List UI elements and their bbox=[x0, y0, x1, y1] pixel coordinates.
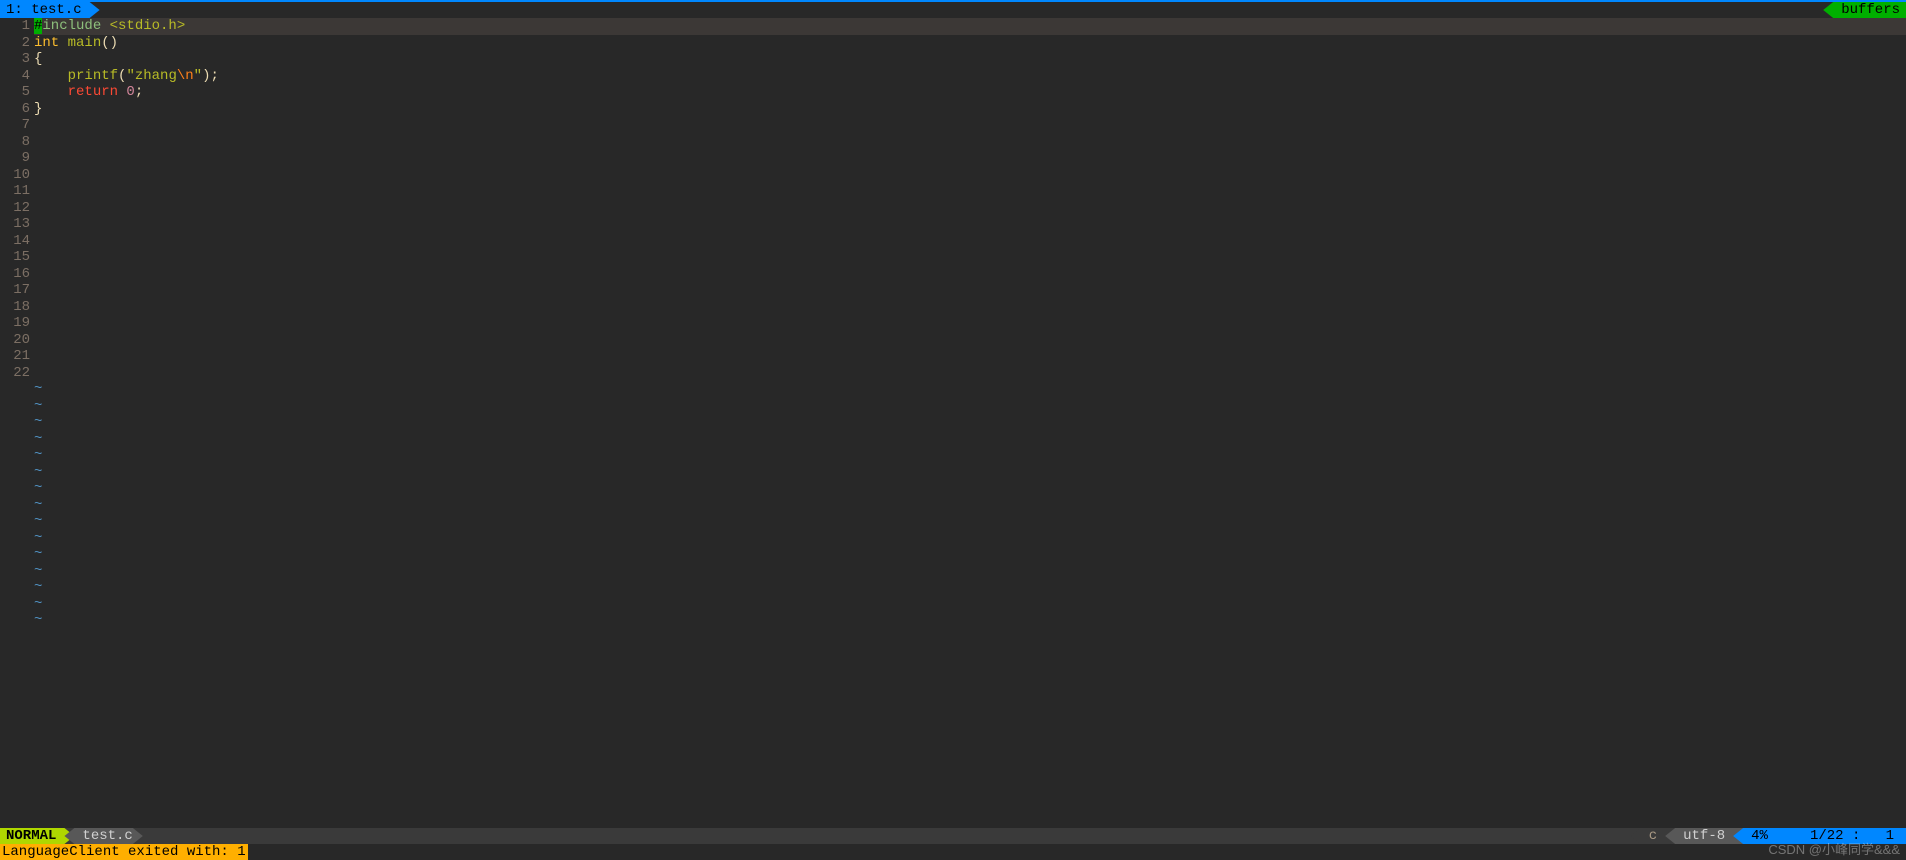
line-number: 16 bbox=[0, 266, 30, 283]
tab-label: 1: test.c bbox=[6, 2, 82, 18]
code-line[interactable] bbox=[34, 249, 1906, 266]
line-number: 19 bbox=[0, 315, 30, 332]
code-line[interactable] bbox=[34, 266, 1906, 283]
line-number: 4 bbox=[0, 68, 30, 85]
editor[interactable]: 12345678910111213141516171819202122 #inc… bbox=[0, 18, 1906, 828]
line-number: 13 bbox=[0, 216, 30, 233]
buffers-label: buffers bbox=[1841, 2, 1900, 18]
line-number: 9 bbox=[0, 150, 30, 167]
percent-text: 4% bbox=[1751, 828, 1768, 844]
line-number: 1 bbox=[0, 18, 30, 35]
watermark: CSDN @小峰同学&&& bbox=[1768, 839, 1900, 858]
line-number: 20 bbox=[0, 332, 30, 349]
code-line[interactable] bbox=[34, 233, 1906, 250]
line-number: 14 bbox=[0, 233, 30, 250]
line-number: 18 bbox=[0, 299, 30, 316]
empty-line-tilde: ~ bbox=[34, 447, 1906, 464]
line-number: 15 bbox=[0, 249, 30, 266]
line-number: 17 bbox=[0, 282, 30, 299]
empty-line-tilde: ~ bbox=[34, 464, 1906, 481]
mode-indicator: NORMAL bbox=[0, 828, 74, 844]
code-line[interactable] bbox=[34, 200, 1906, 217]
code-line[interactable] bbox=[34, 150, 1906, 167]
buffer-tabbar: 1: test.c buffers bbox=[0, 2, 1906, 18]
line-number: 7 bbox=[0, 117, 30, 134]
line-number: 5 bbox=[0, 84, 30, 101]
code-line[interactable] bbox=[34, 167, 1906, 184]
code-line[interactable] bbox=[34, 315, 1906, 332]
line-number: 6 bbox=[0, 101, 30, 118]
file-name: test.c bbox=[82, 828, 132, 844]
code-line[interactable]: printf("zhang\n"); bbox=[34, 68, 1906, 85]
command-line[interactable]: LanguageClient exited with: 1 bbox=[0, 844, 1906, 860]
line-number: 10 bbox=[0, 167, 30, 184]
code-line[interactable] bbox=[34, 117, 1906, 134]
code-line[interactable]: } bbox=[34, 101, 1906, 118]
empty-line-tilde: ~ bbox=[34, 563, 1906, 580]
code-line[interactable]: return 0; bbox=[34, 84, 1906, 101]
line-number: 22 bbox=[0, 365, 30, 382]
statusline: NORMAL test.c c utf-8 4% 1/22 : 1 bbox=[0, 828, 1906, 844]
code-area[interactable]: #include <stdio.h>int main(){ printf("zh… bbox=[34, 18, 1906, 828]
code-line[interactable]: int main() bbox=[34, 35, 1906, 52]
line-number: 3 bbox=[0, 51, 30, 68]
empty-line-tilde: ~ bbox=[34, 579, 1906, 596]
empty-line-tilde: ~ bbox=[34, 612, 1906, 629]
code-line[interactable] bbox=[34, 183, 1906, 200]
code-line[interactable] bbox=[34, 348, 1906, 365]
code-line[interactable] bbox=[34, 299, 1906, 316]
code-line[interactable] bbox=[34, 282, 1906, 299]
empty-line-tilde: ~ bbox=[34, 497, 1906, 514]
buffers-indicator[interactable]: buffers bbox=[1823, 2, 1906, 18]
empty-line-tilde: ~ bbox=[34, 480, 1906, 497]
line-number: 8 bbox=[0, 134, 30, 151]
mode-text: NORMAL bbox=[6, 828, 56, 844]
line-number: 21 bbox=[0, 348, 30, 365]
encoding-segment: utf-8 bbox=[1665, 828, 1743, 844]
empty-line-tilde: ~ bbox=[34, 530, 1906, 547]
tab-active[interactable]: 1: test.c bbox=[0, 2, 100, 18]
filetype-text: c bbox=[1649, 828, 1657, 844]
line-number: 11 bbox=[0, 183, 30, 200]
code-line[interactable] bbox=[34, 216, 1906, 233]
line-number: 2 bbox=[0, 35, 30, 52]
statusline-file-segment: test.c bbox=[64, 828, 142, 844]
code-line[interactable] bbox=[34, 365, 1906, 382]
code-line[interactable]: #include <stdio.h> bbox=[34, 18, 1906, 35]
code-line[interactable] bbox=[34, 332, 1906, 349]
empty-line-tilde: ~ bbox=[34, 381, 1906, 398]
empty-line-tilde: ~ bbox=[34, 513, 1906, 530]
code-line[interactable]: { bbox=[34, 51, 1906, 68]
tabbar-right: buffers bbox=[1823, 2, 1906, 18]
code-line[interactable] bbox=[34, 134, 1906, 151]
empty-line-tilde: ~ bbox=[34, 431, 1906, 448]
encoding-text: utf-8 bbox=[1683, 828, 1725, 844]
warning-message: LanguageClient exited with: 1 bbox=[0, 844, 248, 860]
line-number-gutter: 12345678910111213141516171819202122 bbox=[0, 18, 34, 828]
empty-line-tilde: ~ bbox=[34, 414, 1906, 431]
empty-line-tilde: ~ bbox=[34, 398, 1906, 415]
tab-list: 1: test.c bbox=[0, 2, 100, 18]
line-number: 12 bbox=[0, 200, 30, 217]
empty-line-tilde: ~ bbox=[34, 546, 1906, 563]
statusline-spacer bbox=[143, 828, 1631, 844]
empty-line-tilde: ~ bbox=[34, 596, 1906, 613]
